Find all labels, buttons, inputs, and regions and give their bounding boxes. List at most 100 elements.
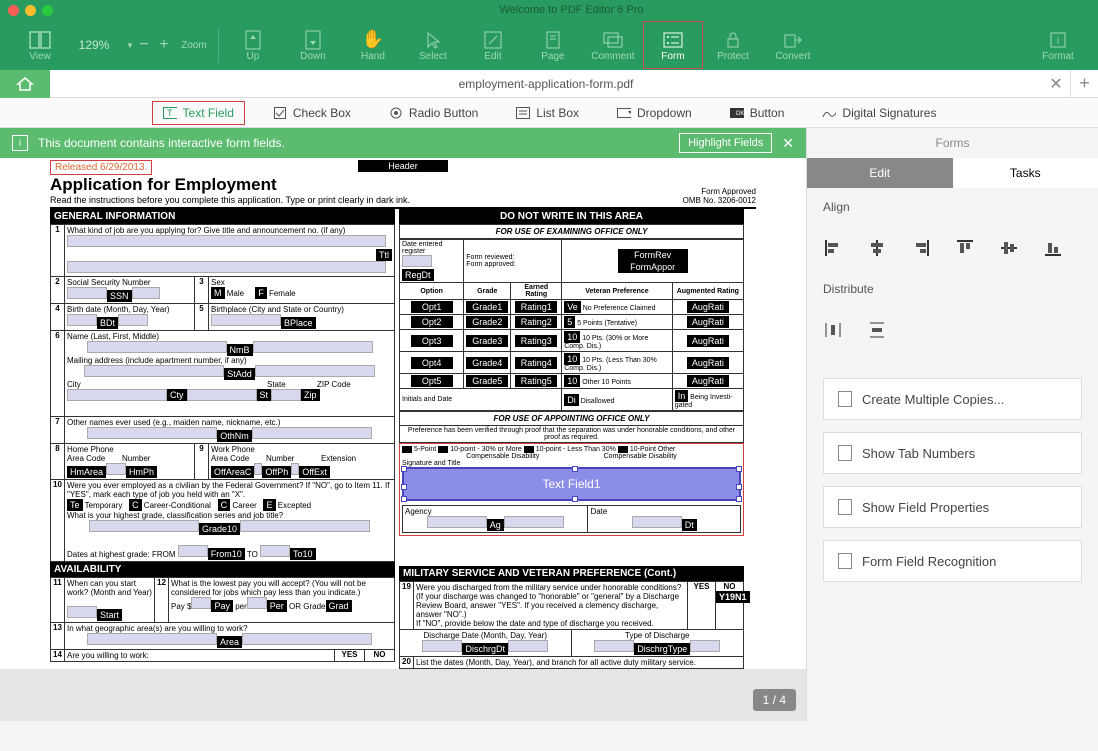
form-field[interactable]: Opt5 [411,375,453,387]
up-button[interactable]: Up [223,21,283,69]
form-field[interactable]: BDt [97,317,118,329]
form-field[interactable]: OffAreaC [211,466,254,478]
text-field-selected[interactable]: Text Field1 [402,467,741,501]
zoom-input[interactable] [70,38,118,52]
form-field[interactable]: Header [358,160,448,172]
protect-button[interactable]: Protect [703,21,763,69]
form-field[interactable]: Rating5 [515,375,557,387]
form-field[interactable]: AugRati [687,335,729,347]
form-field[interactable]: Te [67,499,83,511]
form-field[interactable]: C [218,499,231,511]
form-field[interactable]: In [675,390,689,402]
add-tab[interactable]: + [1070,70,1098,98]
view-button[interactable]: View [10,21,70,69]
form-field[interactable]: Zip [301,389,320,401]
minimize-window[interactable] [25,5,36,16]
form-field[interactable]: OffExt [299,466,330,478]
close-window[interactable] [8,5,19,16]
distribute-v-icon[interactable] [867,320,887,340]
form-field[interactable]: StAdd [224,368,255,380]
align-center-h-icon[interactable] [867,238,887,258]
form-field[interactable]: Opt4 [411,357,453,369]
comment-button[interactable]: Comment [583,21,643,69]
form-field[interactable]: BPlace [281,317,316,329]
form-field[interactable]: Rating4 [515,357,557,369]
form-field[interactable]: Grade1 [466,301,508,313]
select-button[interactable]: Select [403,21,463,69]
checkbox-tool[interactable]: Check Box [263,102,361,124]
form-field[interactable]: HmPh [126,466,157,478]
create-copies-button[interactable]: Create Multiple Copies... [823,378,1082,420]
show-field-props-button[interactable]: Show Field Properties [823,486,1082,528]
form-field[interactable]: Rating2 [515,316,557,328]
close-notice[interactable]: ✕ [782,135,794,152]
form-field[interactable]: 10 [564,331,580,343]
button-tool[interactable]: OKButton [720,102,795,124]
form-field[interactable]: Rating3 [515,335,557,347]
form-field[interactable]: 5 [564,316,575,328]
form-button[interactable]: Form [643,21,703,69]
dropdown-tool[interactable]: Dropdown [607,102,702,124]
align-right-icon[interactable] [911,238,931,258]
form-field[interactable]: Grade2 [466,316,508,328]
zoom-in[interactable]: + [154,36,174,54]
side-tab-edit[interactable]: Edit [807,158,953,188]
home-button[interactable] [0,70,50,98]
form-field[interactable]: From10 [208,548,245,560]
form-field[interactable]: Grade10 [199,523,240,535]
form-field[interactable]: RegDt [402,269,434,281]
form-field[interactable]: 10 [564,353,580,365]
align-top-icon[interactable] [955,238,975,258]
form-field[interactable]: Area [217,636,242,648]
signature-tool[interactable]: Digital Signatures [812,102,946,124]
form-field[interactable]: St [257,389,272,401]
form-recognition-button[interactable]: Form Field Recognition [823,540,1082,582]
form-field[interactable]: HmArea [67,466,106,478]
align-center-v-icon[interactable] [999,238,1019,258]
form-field[interactable]: SSN [107,290,132,302]
close-tab[interactable]: ✕ [1042,70,1070,98]
zoom-out[interactable]: − [134,36,154,54]
form-field[interactable]: M [211,287,225,299]
side-tab-tasks[interactable]: Tasks [953,158,1098,188]
form-field[interactable]: DischrgDt [462,643,508,655]
align-bottom-icon[interactable] [1043,238,1063,258]
form-field[interactable]: Start [97,609,122,621]
form-field[interactable]: AugRati [687,375,729,387]
form-field[interactable]: Grad [326,600,352,612]
form-field[interactable]: C [129,499,142,511]
edit-button[interactable]: Edit [463,21,523,69]
listbox-tool[interactable]: List Box [506,102,589,124]
form-field[interactable]: To10 [290,548,316,560]
form-field[interactable]: Opt3 [411,335,453,347]
text-field-tool[interactable]: TText Field [152,101,245,125]
form-field[interactable]: Rating1 [515,301,557,313]
form-field[interactable]: FormAppor [618,261,688,273]
form-field[interactable]: AugRati [687,357,729,369]
radio-tool[interactable]: Radio Button [379,102,488,124]
form-field[interactable]: Grade5 [466,375,508,387]
form-field[interactable]: AugRati [687,316,729,328]
document-viewport[interactable]: i This document contains interactive for… [0,128,806,721]
form-field[interactable]: Per [267,600,287,612]
form-field[interactable]: Y19N1 [716,591,750,603]
form-field[interactable]: Dt [682,519,697,531]
maximize-window[interactable] [42,5,53,16]
form-field[interactable]: DischrgType [634,643,690,655]
form-field[interactable]: Ve [564,301,581,313]
form-field[interactable]: NmB [227,344,253,356]
form-field[interactable]: Cty [167,389,187,401]
down-button[interactable]: Down [283,21,343,69]
document-tab[interactable]: employment-application-form.pdf [50,77,1042,91]
form-field[interactable]: Grade3 [466,335,508,347]
form-field[interactable]: FormRev [618,249,688,261]
form-field[interactable]: Pay [211,600,233,612]
show-tab-numbers-button[interactable]: Show Tab Numbers [823,432,1082,474]
form-field[interactable]: AugRati [687,301,729,313]
form-field[interactable]: Ttl [376,249,392,261]
form-field[interactable]: OffPh [262,466,291,478]
form-field[interactable]: Grade4 [466,357,508,369]
form-field[interactable]: Di [564,394,579,406]
form-field[interactable]: OthNm [217,430,252,442]
form-field[interactable]: Ag [487,519,504,531]
